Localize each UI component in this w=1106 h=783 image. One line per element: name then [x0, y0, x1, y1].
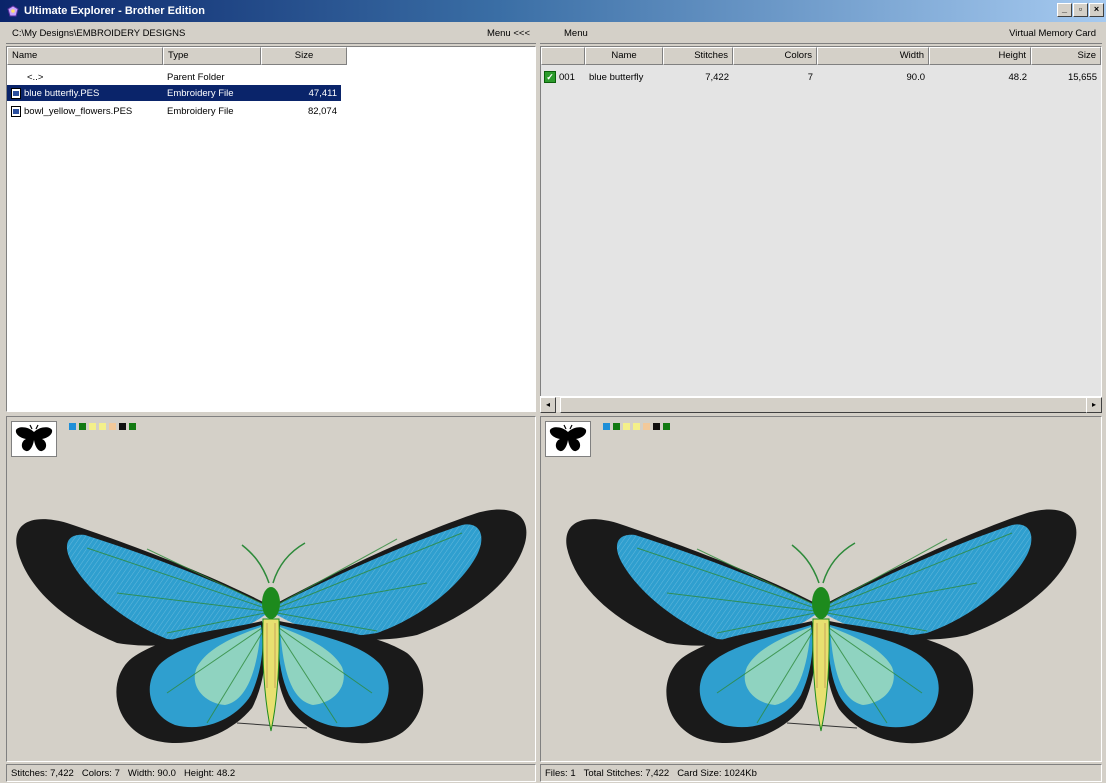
right-antenna — [272, 542, 306, 584]
color-swatch — [129, 423, 136, 430]
right-menu-bar: Menu Virtual Memory Card — [540, 24, 1102, 44]
file-row-bowl-yellow-flowers[interactable]: bowl_yellow_flowers.PES Embroidery File … — [7, 103, 341, 119]
column-header-name[interactable]: Name — [7, 47, 163, 65]
file-size: 47,411 — [308, 87, 337, 99]
butterfly-thorax — [812, 587, 830, 619]
file-type: Parent Folder — [167, 71, 225, 83]
column-header-width[interactable]: Width — [817, 47, 929, 65]
color-swatch — [109, 423, 116, 430]
column-header-stitches[interactable]: Stitches — [663, 47, 733, 65]
butterfly-silhouette-icon[interactable] — [11, 421, 57, 457]
left-path-bar: C:\My Designs\EMBROIDERY DESIGNS Menu <<… — [6, 24, 536, 44]
file-icon — [11, 105, 21, 117]
color-swatch — [603, 423, 610, 430]
file-name: bowl_yellow_flowers.PES — [24, 105, 133, 117]
color-swatch — [79, 423, 86, 430]
file-name: blue butterfly.PES — [24, 87, 100, 99]
status-total-stitches: Total Stitches: 7,422 — [583, 767, 670, 779]
butterfly-abdomen — [812, 618, 830, 732]
file-name-cell: bowl_yellow_flowers.PES — [7, 105, 163, 117]
color-swatches — [69, 423, 136, 430]
color-swatch — [119, 423, 126, 430]
column-header-type[interactable]: Type — [163, 47, 261, 65]
butterfly-thorax — [262, 587, 280, 619]
butterfly-design-image — [566, 509, 1077, 744]
column-header-size[interactable]: Size — [1031, 47, 1101, 65]
status-card-size: Card Size: 1024Kb — [677, 767, 757, 779]
left-antenna — [241, 544, 270, 584]
design-colors: 7 — [807, 71, 813, 83]
color-swatch — [89, 423, 96, 430]
status-colors: Colors: 7 — [81, 767, 120, 779]
right-antenna — [822, 542, 856, 584]
butterfly-abdomen — [262, 618, 280, 732]
column-header-colors[interactable]: Colors — [733, 47, 817, 65]
color-swatch — [623, 423, 630, 430]
checkmark-icon[interactable]: ✓ — [544, 71, 556, 83]
status-files: Files: 1 — [545, 767, 576, 779]
color-swatch — [653, 423, 660, 430]
file-name: <..> — [27, 71, 44, 83]
column-header-size[interactable]: Size — [261, 47, 347, 65]
color-swatch — [643, 423, 650, 430]
card-index-cell: ✓ 001 — [541, 71, 585, 83]
right-status-bar: Files: 1 Total Stitches: 7,422 Card Size… — [540, 764, 1102, 782]
card-index: 001 — [559, 71, 575, 83]
column-header-height[interactable]: Height — [929, 47, 1031, 65]
file-size: 82,074 — [307, 105, 337, 117]
file-type: Embroidery File — [167, 105, 234, 117]
file-type: Embroidery File — [167, 87, 234, 99]
app-icon — [6, 4, 20, 18]
status-stitches: Stitches: 7,422 — [11, 767, 74, 779]
status-height: Height: 48.2 — [183, 767, 236, 779]
file-name-cell: blue butterfly.PES — [7, 87, 163, 99]
status-width: Width: 90.0 — [127, 767, 176, 779]
butterfly-silhouette-icon[interactable] — [545, 421, 591, 457]
close-button[interactable]: × — [1089, 3, 1104, 17]
restore-button[interactable]: ▫ — [1073, 3, 1088, 17]
file-row-parent[interactable]: <..> Parent Folder — [7, 69, 347, 85]
left-menu-button[interactable]: Menu <<< — [487, 28, 530, 39]
color-swatch — [99, 423, 106, 430]
file-list[interactable]: Name Type Size <..> Parent Folder blue b… — [6, 46, 536, 412]
card-row-blue-butterfly[interactable]: ✓ 001 blue butterfly 7,422 7 90.0 48.2 1… — [541, 69, 1101, 85]
color-swatch — [633, 423, 640, 430]
minimize-button[interactable]: _ — [1057, 3, 1072, 17]
column-header-name[interactable]: Name — [585, 47, 663, 65]
scroll-right-button[interactable]: ▸ — [1086, 397, 1102, 413]
color-swatches — [603, 423, 670, 430]
scroll-thumb[interactable] — [560, 397, 1088, 413]
scroll-left-button[interactable]: ◂ — [540, 397, 556, 413]
title-bar: Ultimate Explorer - Brother Edition _ ▫ … — [0, 0, 1106, 22]
column-header-check[interactable] — [541, 47, 585, 65]
design-size: 15,655 — [1067, 71, 1097, 83]
butterfly-design-image — [16, 509, 527, 744]
design-name: blue butterfly — [589, 71, 644, 83]
memory-card-label: Virtual Memory Card — [1009, 28, 1096, 39]
design-width: 90.0 — [906, 71, 926, 83]
color-swatch — [69, 423, 76, 430]
file-icon — [11, 87, 21, 99]
left-status-bar: Stitches: 7,422 Colors: 7 Width: 90.0 He… — [6, 764, 536, 782]
horizontal-scrollbar[interactable]: ◂ ▸ — [540, 396, 1102, 413]
right-menu-button[interactable]: Menu — [564, 28, 588, 39]
color-swatch — [663, 423, 670, 430]
design-stitches: 7,422 — [705, 71, 729, 83]
folder-path: C:\My Designs\EMBROIDERY DESIGNS — [12, 28, 186, 39]
card-list-header: Name Stitches Colors Width Height Size — [541, 47, 1101, 65]
left-design-preview — [6, 416, 536, 762]
file-row-blue-butterfly[interactable]: blue butterfly.PES Embroidery File 47,41… — [7, 85, 341, 101]
selection-highlight: blue butterfly.PES Embroidery File 47,41… — [7, 85, 341, 101]
left-antenna — [791, 544, 820, 584]
memory-card-list[interactable]: Name Stitches Colors Width Height Size ✓… — [540, 46, 1102, 412]
window-controls: _ ▫ × — [1057, 3, 1104, 17]
design-height: 48.2 — [1008, 71, 1028, 83]
window-title: Ultimate Explorer - Brother Edition — [24, 5, 205, 17]
color-swatch — [613, 423, 620, 430]
file-list-header: Name Type Size — [7, 47, 347, 65]
right-design-preview — [540, 416, 1102, 762]
